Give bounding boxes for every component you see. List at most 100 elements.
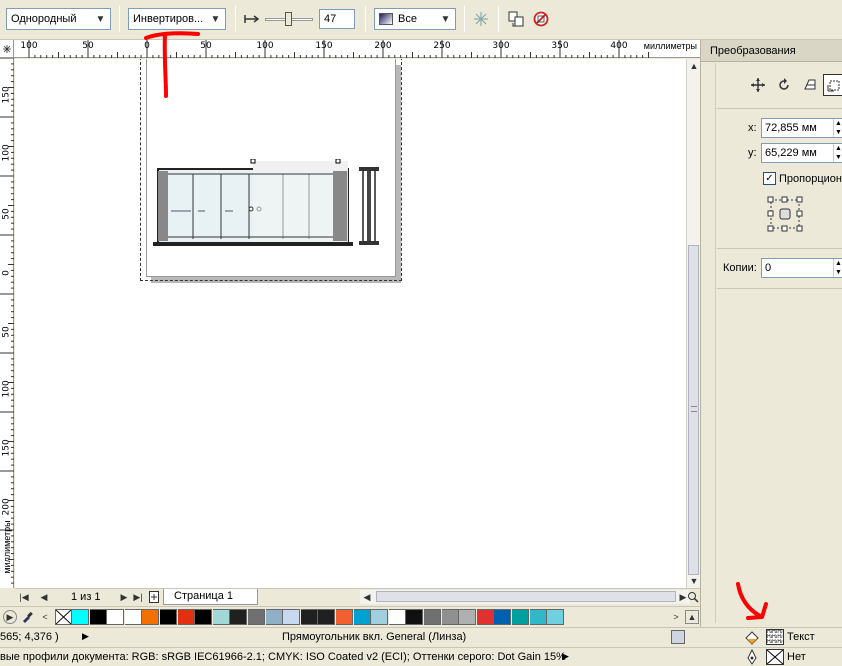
- scroll-down-button[interactable]: ▼: [687, 574, 701, 588]
- transparency-operation-dropdown[interactable]: Инвертиров... ▼: [128, 8, 226, 30]
- color-profiles-text: вые профили документа: RGB: sRGB IEC6196…: [0, 651, 566, 663]
- anchor-point-selector[interactable]: [767, 196, 803, 232]
- outline-none-swatch[interactable]: [766, 649, 784, 665]
- ruler-unit-label: миллиметры: [2, 520, 12, 574]
- copies-input[interactable]: 0 ▲ ▼: [761, 258, 842, 278]
- palette-expand-button[interactable]: ▲: [685, 610, 699, 624]
- color-palette: ▶ < > ▲: [0, 606, 700, 627]
- color-swatch[interactable]: [195, 609, 213, 625]
- color-swatch[interactable]: [459, 609, 477, 625]
- add-page-icon[interactable]: [147, 590, 161, 604]
- copies-spinner[interactable]: ▲ ▼: [833, 259, 842, 277]
- freeze-transparency-icon[interactable]: [472, 10, 490, 28]
- color-swatch[interactable]: [265, 609, 283, 625]
- y-position-input[interactable]: 65,229 мм ▲ ▼: [761, 143, 842, 163]
- zoom-navigator-icon[interactable]: [686, 590, 700, 604]
- ruler-label: 100: [256, 41, 274, 51]
- color-swatch[interactable]: [300, 609, 318, 625]
- rotate-icon[interactable]: [775, 76, 793, 94]
- y-position-value: 65,229 мм: [765, 147, 817, 159]
- drawing-canvas[interactable]: [15, 59, 686, 588]
- proportional-checkbox[interactable]: ✓: [763, 172, 776, 185]
- color-swatch[interactable]: [336, 609, 353, 625]
- fill-type-value: Однородный: [11, 13, 77, 25]
- x-position-input[interactable]: 72,855 мм ▲ ▼: [761, 118, 842, 138]
- apply-to-dropdown[interactable]: Все ▼: [374, 8, 456, 30]
- vertical-ruler[interactable]: 150 100 50 0 50 100 150 200 миллиметры: [0, 58, 14, 588]
- eyedropper-icon[interactable]: [20, 610, 34, 624]
- palette-menu-icon[interactable]: ▶: [3, 610, 17, 624]
- color-swatch[interactable]: [353, 609, 371, 625]
- transparency-operation-value: Инвертиров...: [133, 13, 204, 25]
- color-swatch[interactable]: [441, 609, 459, 625]
- color-swatch[interactable]: [494, 609, 512, 625]
- color-swatch[interactable]: [107, 609, 125, 625]
- y-spinner[interactable]: ▲ ▼: [833, 144, 842, 162]
- horizontal-scrollbar[interactable]: ◀ ▶: [360, 590, 690, 604]
- x-spinner[interactable]: ▲ ▼: [833, 119, 842, 137]
- color-swatch[interactable]: [529, 609, 547, 625]
- color-swatch[interactable]: [388, 609, 406, 625]
- color-swatch[interactable]: [212, 609, 230, 625]
- status-expand-arrow[interactable]: ▶: [82, 631, 89, 642]
- color-swatch[interactable]: [512, 609, 529, 625]
- color-swatch[interactable]: [160, 609, 177, 625]
- copy-transparency-icon[interactable]: [507, 10, 525, 28]
- ruler-label: 0: [144, 41, 150, 51]
- transparency-slider[interactable]: [265, 12, 313, 26]
- no-color-swatch[interactable]: [55, 609, 72, 625]
- ruler-label: 200: [374, 41, 392, 51]
- apply-to-value: Все: [398, 13, 417, 25]
- view-mode-icon[interactable]: [671, 630, 685, 644]
- color-swatch[interactable]: [283, 609, 301, 625]
- color-swatch[interactable]: [248, 609, 265, 625]
- horizontal-ruler[interactable]: 100 50 0 50 100 150 200 250 300 350 400 …: [14, 40, 700, 58]
- scroll-up-button[interactable]: ▲: [687, 59, 701, 73]
- docker-title: Преобразования: [701, 40, 842, 62]
- ruler-label: 50: [200, 41, 212, 51]
- color-swatch[interactable]: [406, 609, 424, 625]
- color-swatch[interactable]: [177, 609, 195, 625]
- color-swatch[interactable]: [476, 609, 494, 625]
- page-tab-label: Страница 1: [174, 590, 234, 602]
- ruler-label: 300: [492, 41, 510, 51]
- color-swatch[interactable]: [547, 609, 565, 625]
- color-swatch[interactable]: [89, 609, 107, 625]
- ruler-origin-corner[interactable]: [0, 40, 14, 58]
- transparency-value-input[interactable]: 47: [319, 9, 355, 29]
- ruler-label: 150: [1, 439, 12, 457]
- first-page-button[interactable]: |◀: [17, 590, 31, 604]
- pen-outline-icon[interactable]: [746, 648, 758, 666]
- clear-transparency-icon[interactable]: [532, 10, 550, 28]
- page-navigator-row: |◀ ◀ 1 из 1 ▶ ▶| Страница 1 ◀ ▶: [15, 588, 700, 606]
- size-icon[interactable]: [823, 74, 842, 96]
- mirror-icon[interactable]: [801, 76, 819, 94]
- color-swatch[interactable]: [72, 609, 89, 625]
- next-page-button[interactable]: ▶: [117, 590, 131, 604]
- status-bar: 565; 4,376 ) ▶ Прямоугольник вкл. Genera…: [0, 627, 842, 647]
- prev-page-button[interactable]: ◀: [37, 590, 51, 604]
- palette-scroll-left-button[interactable]: <: [38, 610, 52, 624]
- position-icon[interactable]: [749, 76, 767, 94]
- last-page-button[interactable]: ▶|: [131, 590, 145, 604]
- vertical-scroll-thumb[interactable]: [688, 245, 699, 575]
- color-swatch[interactable]: [142, 609, 160, 625]
- slider-thumb[interactable]: [285, 12, 292, 26]
- profiles-expand-arrow[interactable]: ▶: [562, 651, 569, 662]
- property-bar: Однородный ▼ Инвертиров... ▼ 47 Все ▼: [0, 0, 842, 40]
- text-fill-swatch[interactable]: ǶǶǶ ǶǶǶ ǶǶǶ: [766, 629, 784, 645]
- palette-scroll-right-button[interactable]: >: [669, 610, 683, 624]
- color-swatch[interactable]: [318, 609, 336, 625]
- color-swatch[interactable]: [424, 609, 441, 625]
- facade-drawing[interactable]: [153, 159, 393, 259]
- vertical-scrollbar[interactable]: ▲ ▼: [686, 59, 700, 588]
- scroll-left-button[interactable]: ◀: [360, 590, 374, 604]
- color-swatch[interactable]: [371, 609, 389, 625]
- horizontal-scroll-thumb[interactable]: [376, 591, 676, 602]
- fill-type-dropdown[interactable]: Однородный ▼: [6, 8, 111, 30]
- page-tab[interactable]: Страница 1: [163, 589, 258, 605]
- horizontal-ruler-ticks: [28, 40, 649, 58]
- color-swatch[interactable]: [230, 609, 248, 625]
- ruler-label: 50: [82, 41, 94, 51]
- color-swatch[interactable]: [124, 609, 142, 625]
